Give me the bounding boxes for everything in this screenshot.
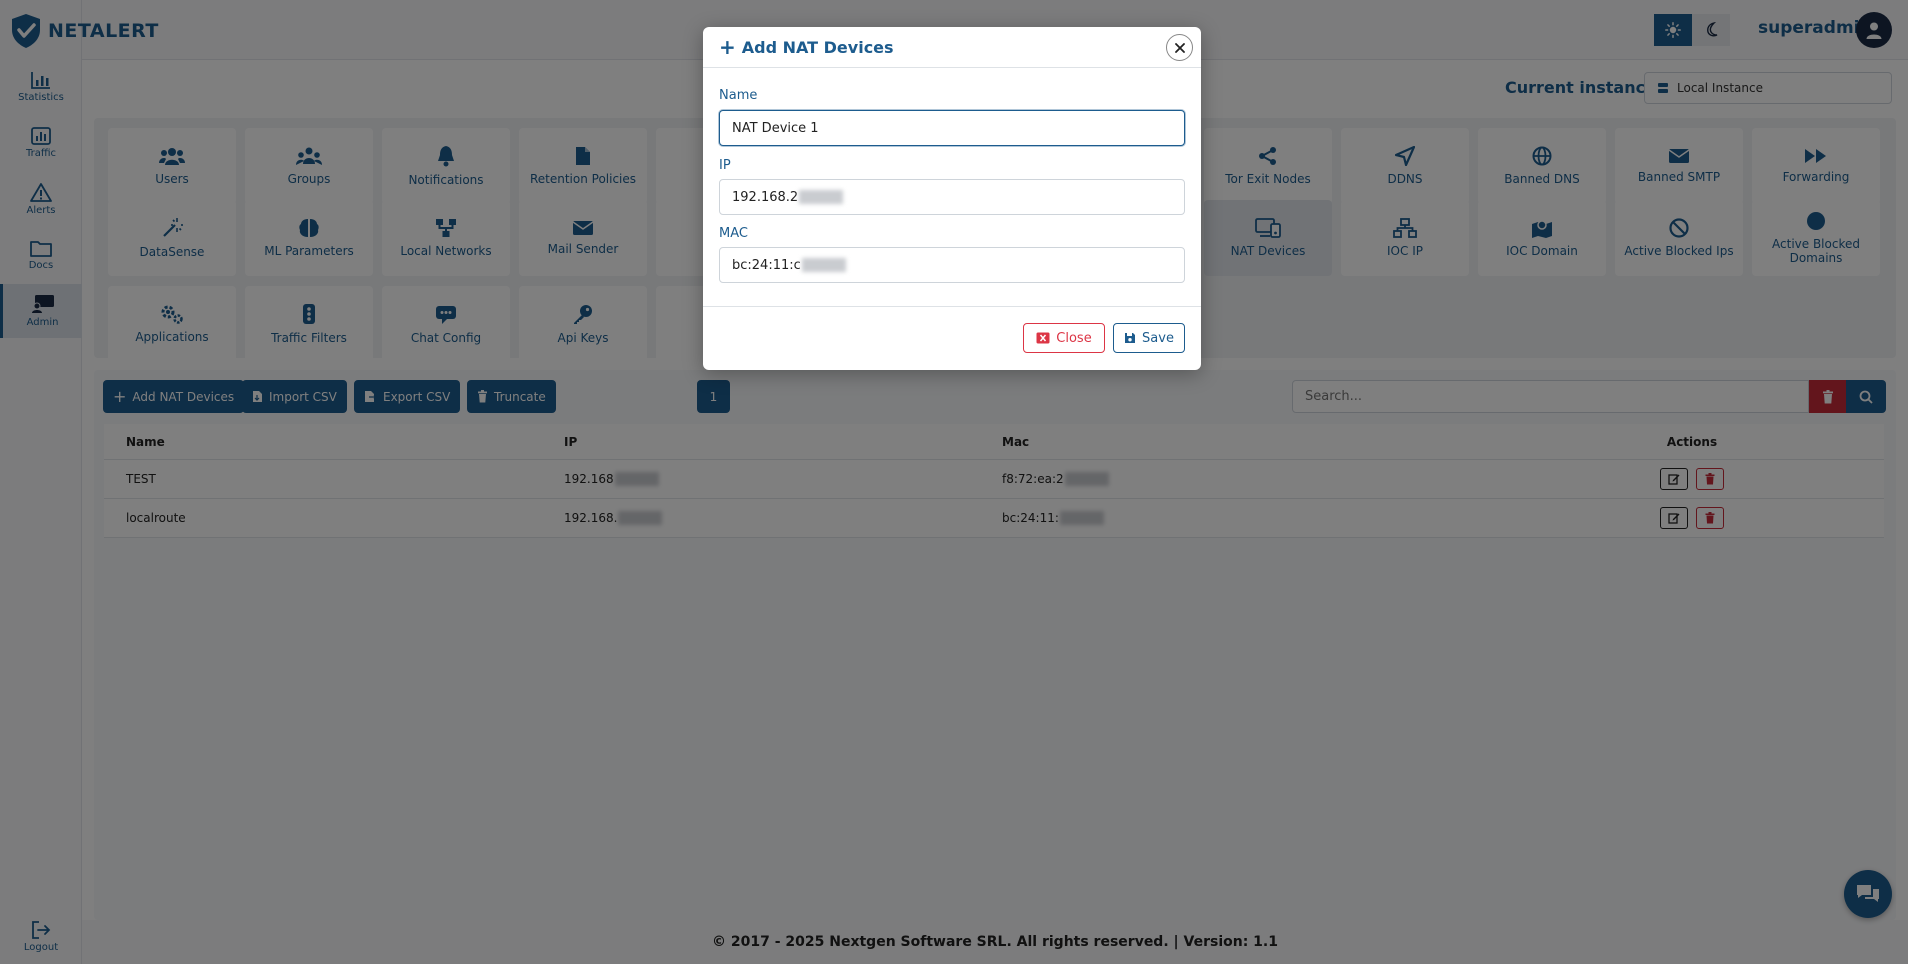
mac-value: bc:24:11:c	[732, 257, 801, 273]
save-button[interactable]: Save	[1113, 323, 1185, 353]
add-nat-device-modal: + Add NAT Devices Name NAT Device 1 IP 1…	[703, 27, 1201, 370]
close-icon	[1174, 42, 1185, 53]
modal-title-text: Add NAT Devices	[741, 37, 894, 57]
modal-footer-divider	[703, 306, 1201, 307]
plus-icon: +	[719, 35, 736, 59]
close-button[interactable]: Close	[1023, 323, 1105, 353]
floppy-disk-icon	[1125, 333, 1136, 343]
mac-label: MAC	[719, 226, 748, 241]
modal-title: + Add NAT Devices	[719, 35, 894, 59]
ip-label: IP	[719, 158, 731, 173]
save-label: Save	[1142, 330, 1174, 346]
modal-header: + Add NAT Devices	[703, 27, 1201, 68]
close-label: Close	[1056, 330, 1092, 346]
ip-value: 192.168.2	[732, 189, 799, 205]
close-square-icon	[1036, 332, 1050, 344]
modal-close-button[interactable]	[1166, 34, 1193, 61]
mac-field[interactable]: bc:24:11:c	[719, 247, 1185, 283]
name-label: Name	[719, 88, 758, 103]
ip-field[interactable]: 192.168.2	[719, 179, 1185, 215]
redacted-blur	[799, 190, 844, 204]
name-value: NAT Device 1	[732, 120, 819, 136]
name-field[interactable]: NAT Device 1	[719, 110, 1185, 146]
redacted-blur	[801, 258, 846, 272]
